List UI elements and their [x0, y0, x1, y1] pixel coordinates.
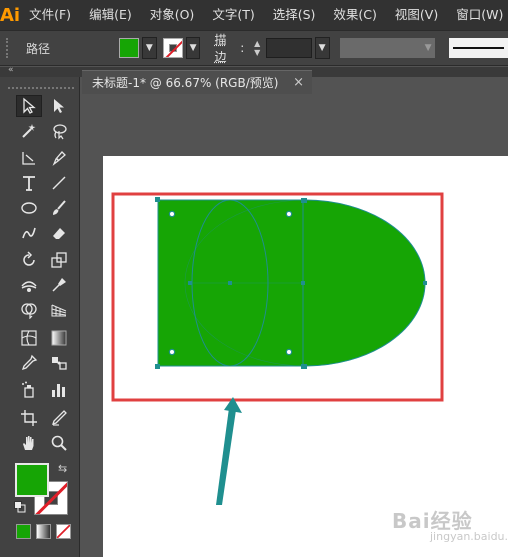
fill-color-box[interactable]	[15, 463, 49, 497]
watermark-url: jingyan.baidu.com	[430, 530, 508, 543]
canvas-artwork	[111, 192, 444, 505]
annotation-arrow	[216, 397, 242, 505]
